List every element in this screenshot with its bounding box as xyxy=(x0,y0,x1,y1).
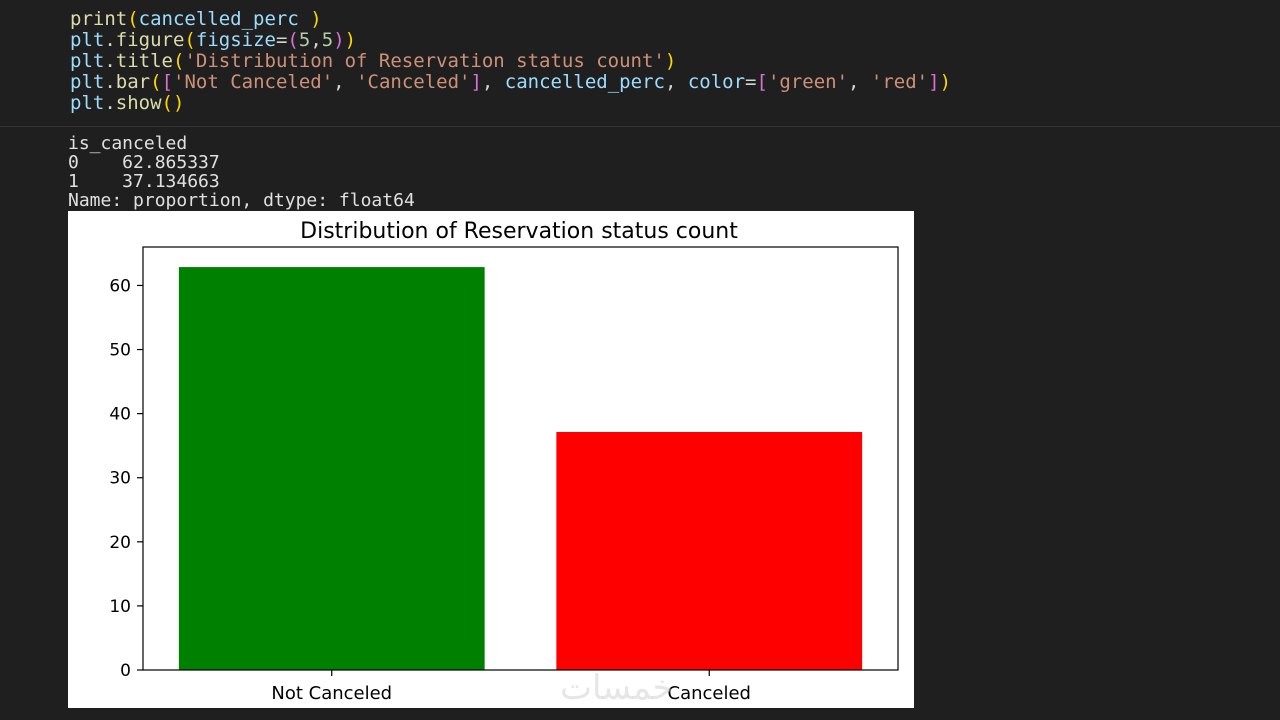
x-tick-label: Not Canceled xyxy=(271,683,392,704)
code-line-show: plt.show() xyxy=(70,92,185,114)
code-cell[interactable]: print(cancelled_perc ) plt.figure(figsiz… xyxy=(0,0,1280,127)
y-tick-label: 0 xyxy=(120,661,131,681)
x-axis: Not Canceled Canceled xyxy=(271,670,751,704)
y-tick-label: 10 xyxy=(109,597,131,617)
notebook-page: print(cancelled_perc ) plt.figure(figsiz… xyxy=(0,0,1280,720)
code-line-title: plt.title('Distribution of Reservation s… xyxy=(70,50,677,72)
chart-title: Distribution of Reservation status count xyxy=(300,219,738,244)
bars xyxy=(178,267,863,670)
y-tick-label: 40 xyxy=(109,405,131,425)
y-tick-label: 60 xyxy=(109,276,131,296)
y-axis: 0 10 20 30 40 50 60 xyxy=(109,276,143,681)
code-line-print: print(cancelled_perc ) xyxy=(70,8,322,30)
code-line-bar: plt.bar(['Not Canceled', 'Canceled'], ca… xyxy=(70,71,952,93)
y-tick-label: 50 xyxy=(109,341,131,361)
output-line-dtype: Name: proportion, dtype: float64 xyxy=(68,190,415,211)
plot-image: Distribution of Reservation status count… xyxy=(68,211,914,708)
y-tick-label: 30 xyxy=(109,469,131,489)
output-line-row0: 0 62.865337 xyxy=(68,152,220,173)
output-line-header: is_canceled xyxy=(68,133,188,154)
y-tick-label: 20 xyxy=(109,533,131,553)
bar-chart: Distribution of Reservation status count… xyxy=(109,219,899,704)
bar-canceled xyxy=(556,432,863,670)
watermark-logo: خمسات xyxy=(560,668,674,708)
bar-not-canceled xyxy=(178,267,485,670)
x-tick-label: Canceled xyxy=(668,683,751,704)
output-line-row1: 1 37.134663 xyxy=(68,171,220,192)
code-line-figure: plt.figure(figsize=(5,5)) xyxy=(70,29,357,51)
